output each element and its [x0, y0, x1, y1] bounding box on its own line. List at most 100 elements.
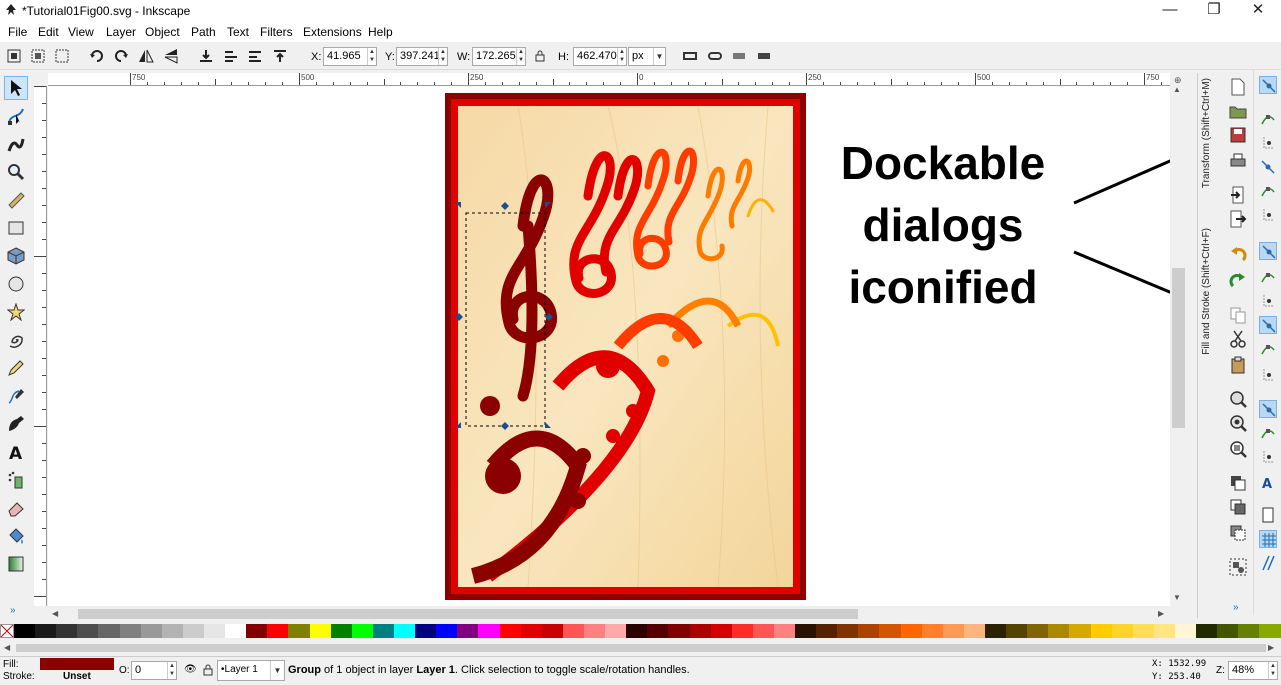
calligraphy-tool-icon[interactable] [4, 412, 28, 436]
palette-swatch[interactable] [182, 624, 204, 638]
snap-guides-icon[interactable] [1259, 554, 1277, 572]
palette-swatch[interactable] [900, 624, 922, 638]
palette-swatch[interactable] [161, 624, 183, 638]
palette-swatch[interactable] [562, 624, 584, 638]
palette-swatch[interactable] [119, 624, 141, 638]
copy-icon[interactable] [1229, 306, 1247, 324]
palette-swatch[interactable] [752, 624, 774, 638]
palette-swatch[interactable] [372, 624, 394, 638]
drawing-canvas[interactable]: Dockable dialogs iconified [48, 86, 1170, 606]
menu-view[interactable]: View [68, 25, 94, 39]
palette-swatch[interactable] [1259, 624, 1281, 638]
palette-swatch[interactable] [436, 624, 458, 638]
move-gradients-icon[interactable] [730, 47, 748, 65]
save-icon[interactable] [1229, 126, 1247, 144]
menu-path[interactable]: Path [191, 25, 216, 39]
palette-swatch[interactable] [816, 624, 838, 638]
palette-swatch[interactable] [605, 624, 627, 638]
palette-swatch[interactable] [14, 624, 36, 638]
palette-swatch[interactable] [942, 624, 964, 638]
paste-icon[interactable] [1229, 356, 1247, 374]
flip-horizontal-icon[interactable] [137, 47, 155, 65]
palette-swatch[interactable] [731, 624, 753, 638]
snap-bbox-edges-icon[interactable] [1259, 134, 1277, 152]
zoom-tool-icon[interactable] [4, 160, 28, 184]
spiral-tool-icon[interactable] [4, 328, 28, 352]
paint-bucket-tool-icon[interactable] [4, 524, 28, 548]
move-patterns-icon[interactable] [755, 47, 773, 65]
snap-others-icon[interactable] [1259, 400, 1277, 418]
scroll-right-icon[interactable]: ▶ [1158, 609, 1164, 618]
snap-bbox-midpoints-icon[interactable] [1259, 182, 1277, 200]
lower-icon[interactable] [222, 47, 240, 65]
palette-swatch[interactable] [351, 624, 373, 638]
palette-swatch[interactable] [1006, 624, 1028, 638]
selector-tool-icon[interactable] [4, 76, 28, 100]
snap-bbox-corners-icon[interactable] [1259, 158, 1277, 176]
no-paint-swatch[interactable] [0, 624, 14, 638]
snap-bbox-icon[interactable] [1259, 110, 1277, 128]
palette-swatch[interactable] [246, 624, 268, 638]
scale-corners-icon[interactable] [706, 47, 724, 65]
measure-tool-icon[interactable] [4, 188, 28, 212]
scale-stroke-icon[interactable] [681, 47, 699, 65]
snap-toggle-icon[interactable] [1259, 76, 1277, 94]
horizontal-scroll-thumb[interactable] [78, 609, 858, 619]
palette-swatch[interactable] [1196, 624, 1218, 638]
gradient-tool-icon[interactable] [4, 552, 28, 576]
export-icon[interactable] [1229, 210, 1247, 228]
palette-swatch[interactable] [1111, 624, 1133, 638]
palette-swatch[interactable] [520, 624, 542, 638]
3d-box-tool-icon[interactable] [4, 244, 28, 268]
palette-swatch[interactable] [225, 624, 247, 638]
palette-swatch[interactable] [710, 624, 732, 638]
palette-swatch[interactable] [583, 624, 606, 638]
menu-help[interactable]: Help [368, 25, 393, 39]
palette-swatch[interactable] [393, 624, 416, 638]
palette-swatch[interactable] [56, 624, 78, 638]
unlink-clone-icon[interactable] [1229, 524, 1247, 542]
raise-to-top-icon[interactable] [271, 47, 289, 65]
palette-swatch[interactable] [963, 624, 986, 638]
palette-swatch[interactable] [541, 624, 563, 638]
zoom-input[interactable]: 48% ▲ ▼ [1228, 661, 1278, 680]
fill-swatch[interactable] [40, 658, 114, 670]
transform-dialog-tab[interactable]: Transform (Shift+Ctrl+M) [1201, 78, 1212, 188]
redo-icon[interactable] [1229, 272, 1247, 290]
y-input[interactable]: 397.241 ▲ ▼ [396, 47, 448, 66]
palette-swatch[interactable] [203, 624, 226, 638]
minimize-button[interactable]: — [1148, 0, 1192, 22]
palette-swatch[interactable] [668, 624, 690, 638]
scroll-left-icon[interactable]: ◀ [52, 609, 58, 618]
palette-scroll-thumb[interactable] [16, 644, 1266, 652]
snap-bbox-centers-icon[interactable] [1259, 206, 1277, 224]
palette-swatch[interactable] [985, 624, 1007, 638]
stroke-value[interactable]: Unset [63, 671, 91, 682]
snap-smooth-nodes-icon[interactable] [1259, 340, 1277, 358]
palette-swatch[interactable] [98, 624, 120, 638]
palette-swatch[interactable] [330, 624, 352, 638]
palette-swatch[interactable] [457, 624, 479, 638]
snap-grids-icon[interactable] [1259, 530, 1277, 548]
palette-swatch[interactable] [267, 624, 289, 638]
group-icon[interactable] [1229, 558, 1247, 576]
snap-text-baseline-icon[interactable]: A [1259, 474, 1277, 492]
snap-line-midpoints-icon[interactable] [1259, 366, 1277, 384]
palette-swatch[interactable] [1090, 624, 1112, 638]
flip-vertical-icon[interactable] [162, 47, 180, 65]
import-icon[interactable] [1229, 186, 1247, 204]
vertical-scroll-thumb[interactable] [1172, 268, 1185, 428]
deselect-icon[interactable] [53, 47, 71, 65]
undo-icon[interactable] [1229, 246, 1247, 264]
star-tool-icon[interactable] [4, 300, 28, 324]
zoom-page-icon[interactable] [1229, 440, 1247, 458]
zoom-selection-icon[interactable] [1229, 390, 1247, 408]
print-icon[interactable] [1229, 152, 1247, 170]
lower-to-bottom-icon[interactable] [197, 47, 215, 65]
select-all-layers-icon[interactable] [29, 47, 47, 65]
cut-icon[interactable] [1229, 330, 1247, 348]
pencil-tool-icon[interactable] [4, 356, 28, 380]
horizontal-scrollbar[interactable]: ◀ ▶ [48, 606, 1170, 622]
ellipse-tool-icon[interactable] [4, 272, 28, 296]
palette-swatch[interactable] [879, 624, 901, 638]
